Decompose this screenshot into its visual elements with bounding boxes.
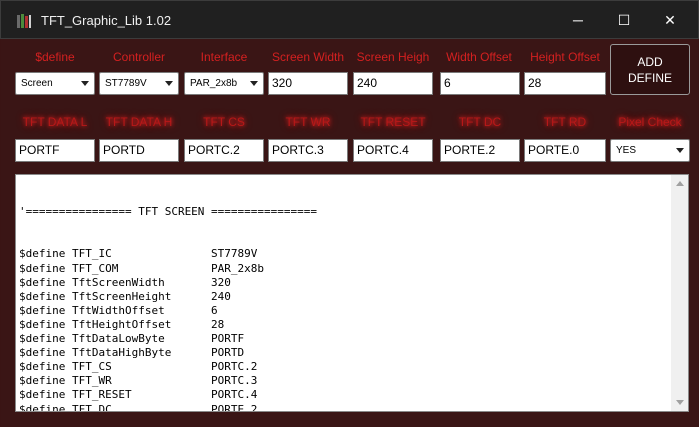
output-line: $define TftDataHighByte PORTD: [19, 346, 317, 360]
define-output-content: '================ TFT SCREEN ===========…: [19, 177, 318, 412]
output-line-value: 6: [211, 303, 218, 317]
output-line-value: PORTC.3: [211, 374, 258, 388]
minimize-button[interactable]: ─: [555, 1, 601, 39]
output-line-key: $define TftDataLowByte: [19, 332, 165, 346]
maximize-button[interactable]: ☐: [601, 1, 647, 39]
close-icon: ✕: [664, 11, 676, 28]
output-line-value: 240: [211, 289, 231, 303]
output-line: $define TftDataLowByte PORTF: [19, 332, 317, 346]
tft-dc-input[interactable]: PORTE.2: [440, 139, 520, 162]
output-line-key: $define TFT_RESET: [19, 388, 132, 402]
output-line: $define TftScreenWidth 320: [19, 276, 317, 290]
output-line: $define TFT_RESET PORTC.4: [19, 388, 317, 402]
output-line: $define TFT_IC ST7789V: [19, 247, 317, 261]
tft-data-l-input[interactable]: PORTF: [15, 139, 95, 162]
screen-width-label: Screen Width: [271, 50, 345, 64]
chevron-down-icon: [165, 81, 173, 86]
controller-label: Controller: [112, 50, 166, 64]
output-line-key: $define TFT_DC: [19, 402, 112, 412]
tft-reset-input[interactable]: PORTC.4: [353, 139, 433, 162]
controller-select[interactable]: ST7789V: [99, 72, 179, 95]
define-label: $define: [35, 50, 75, 64]
tft-data-h-input[interactable]: PORTD: [99, 139, 179, 162]
tft-wr-label: TFT WR: [285, 115, 331, 129]
output-line: $define TftScreenHeight 240: [19, 290, 317, 304]
close-button[interactable]: ✕: [647, 1, 693, 39]
output-line-key: $define TFT_COM: [19, 261, 119, 275]
output-line-value: PORTF: [211, 332, 245, 346]
minimize-icon: ─: [573, 12, 583, 28]
tft-reset-label: TFT RESET: [360, 115, 426, 129]
controller-select-value: ST7789V: [105, 78, 147, 89]
output-line: $define TFT_DC PORTE.2: [19, 402, 317, 412]
interface-label: Interface: [200, 50, 248, 64]
vertical-scrollbar[interactable]: [671, 175, 688, 411]
chevron-down-icon: [676, 148, 684, 153]
define-select[interactable]: Screen: [15, 72, 95, 95]
output-line-value: PORTE.2: [211, 402, 258, 412]
tft-wr-input[interactable]: PORTC.3: [268, 139, 348, 162]
pixel-check-select-value: YES: [616, 145, 637, 156]
height-offset-input[interactable]: 28: [524, 72, 606, 95]
output-line-value: ST7789V: [211, 247, 258, 261]
output-line-key: $define TftScreenHeight: [19, 289, 172, 303]
screen-height-label: Screen Heigh: [356, 50, 430, 64]
tft-rd-label: TFT RD: [543, 115, 587, 129]
output-line: $define TftWidthOffset 6: [19, 304, 317, 318]
interface-select[interactable]: PAR_2x8b: [184, 72, 264, 95]
output-line: $define TFT_COM PAR_2x8b: [19, 262, 317, 276]
output-line-key: $define TFT_CS: [19, 360, 112, 374]
pixel-check-select[interactable]: YES: [610, 139, 690, 162]
screen-height-input[interactable]: 240: [353, 72, 433, 95]
window-title: TFT_Graphic_Lib 1.02: [41, 13, 172, 28]
output-line-key: $define TFT_WR: [19, 374, 112, 388]
interface-select-value: PAR_2x8b: [190, 78, 238, 89]
output-line-value: PAR_2x8b: [211, 261, 264, 275]
width-offset-input[interactable]: 6: [440, 72, 520, 95]
width-offset-label: Width Offset: [446, 50, 512, 64]
output-line-value: 28: [211, 317, 225, 331]
chevron-down-icon: [250, 81, 258, 86]
output-line-key: $define TftDataHighByte: [19, 346, 172, 360]
output-line-value: PORTD: [211, 346, 245, 360]
add-define-label-line2: DEFINE: [627, 70, 672, 85]
output-line-key: $define TftWidthOffset: [19, 303, 165, 317]
output-line: $define TFT_WR PORTC.3: [19, 374, 317, 388]
maximize-icon: ☐: [617, 11, 631, 28]
app-icon: [17, 14, 31, 28]
pixel-check-label: Pixel Check: [618, 115, 682, 129]
output-header: '================ TFT SCREEN ===========…: [19, 205, 318, 219]
tft-dc-label: TFT DC: [458, 115, 502, 129]
tft-data-h-label: TFT DATA H: [105, 115, 173, 129]
output-line-key: $define TFT_IC: [19, 247, 112, 261]
output-line-value: PORTC.4: [211, 388, 258, 402]
add-define-button[interactable]: ADD DEFINE: [610, 44, 690, 95]
screen-width-input[interactable]: 320: [268, 72, 348, 95]
tft-cs-label: TFT CS: [203, 115, 245, 129]
output-line-value: PORTC.2: [211, 360, 258, 374]
tft-data-l-label: TFT DATA L: [22, 115, 88, 129]
output-line: $define TftHeightOffset 28: [19, 318, 317, 332]
define-output-textarea[interactable]: '================ TFT SCREEN ===========…: [15, 174, 689, 412]
chevron-down-icon: [81, 81, 89, 86]
tft-rd-input[interactable]: PORTE.0: [524, 139, 606, 162]
scroll-down-icon[interactable]: [671, 394, 688, 411]
add-define-label-line1: ADD: [637, 54, 663, 69]
output-line-key: $define TftHeightOffset: [19, 317, 172, 331]
tft-cs-input[interactable]: PORTC.2: [184, 139, 264, 162]
output-line: $define TFT_CS PORTC.2: [19, 360, 317, 374]
scroll-up-icon[interactable]: [671, 175, 688, 192]
height-offset-label: Height Offset: [530, 50, 600, 64]
output-line-value: 320: [211, 275, 231, 289]
title-bar: TFT_Graphic_Lib 1.02 ─ ☐ ✕: [0, 0, 699, 39]
output-line-key: $define TftScreenWidth: [19, 275, 165, 289]
define-select-value: Screen: [21, 78, 53, 89]
